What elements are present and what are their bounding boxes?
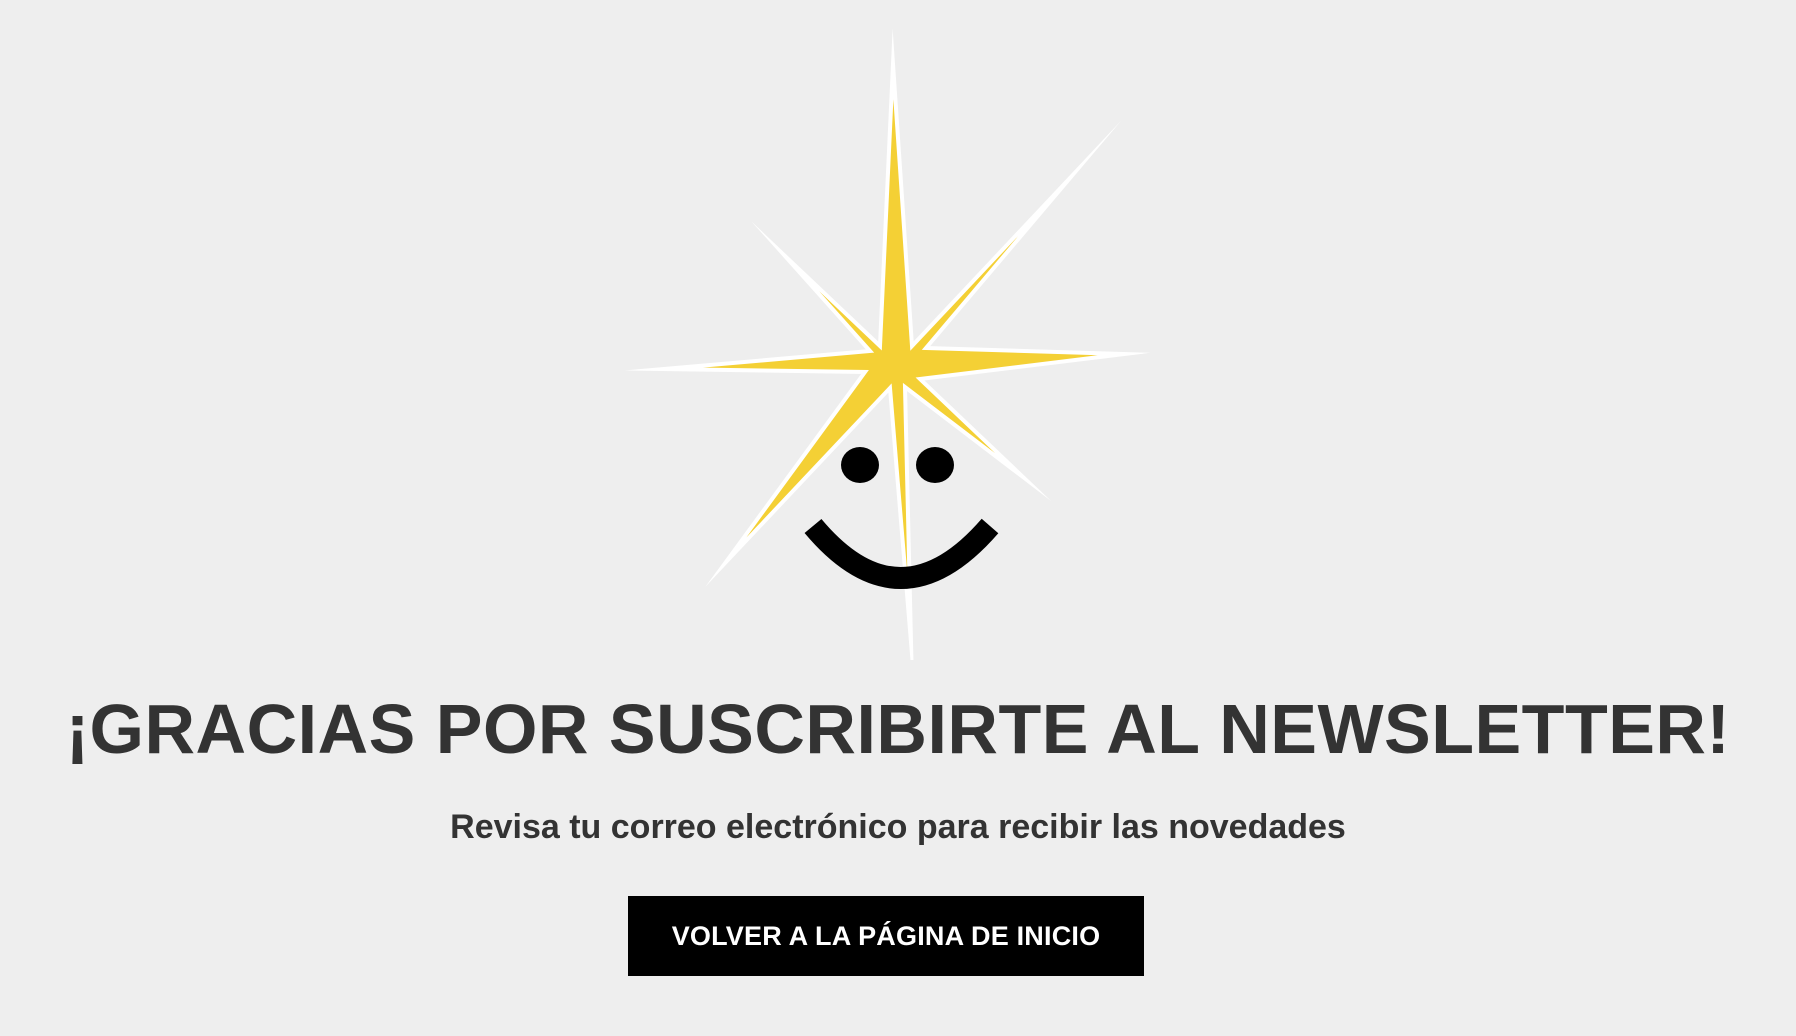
back-to-home-button[interactable]: VOLVER A LA PÁGINA DE INICIO: [628, 896, 1144, 976]
star-icon: [624, 28, 1151, 660]
star-smiley-icon: [624, 28, 1151, 660]
left-eye: [841, 447, 879, 483]
star-shape: [624, 28, 1151, 660]
thank-you-page: ¡GRACIAS POR SUSCRIBIRTE AL NEWSLETTER! …: [0, 0, 1796, 1036]
right-eye: [916, 447, 954, 483]
page-subtitle: Revisa tu correo electrónico para recibi…: [450, 808, 1346, 846]
page-title: ¡GRACIAS POR SUSCRIBIRTE AL NEWSLETTER!: [65, 690, 1731, 768]
back-to-home-label: VOLVER A LA PÁGINA DE INICIO: [671, 920, 1101, 951]
